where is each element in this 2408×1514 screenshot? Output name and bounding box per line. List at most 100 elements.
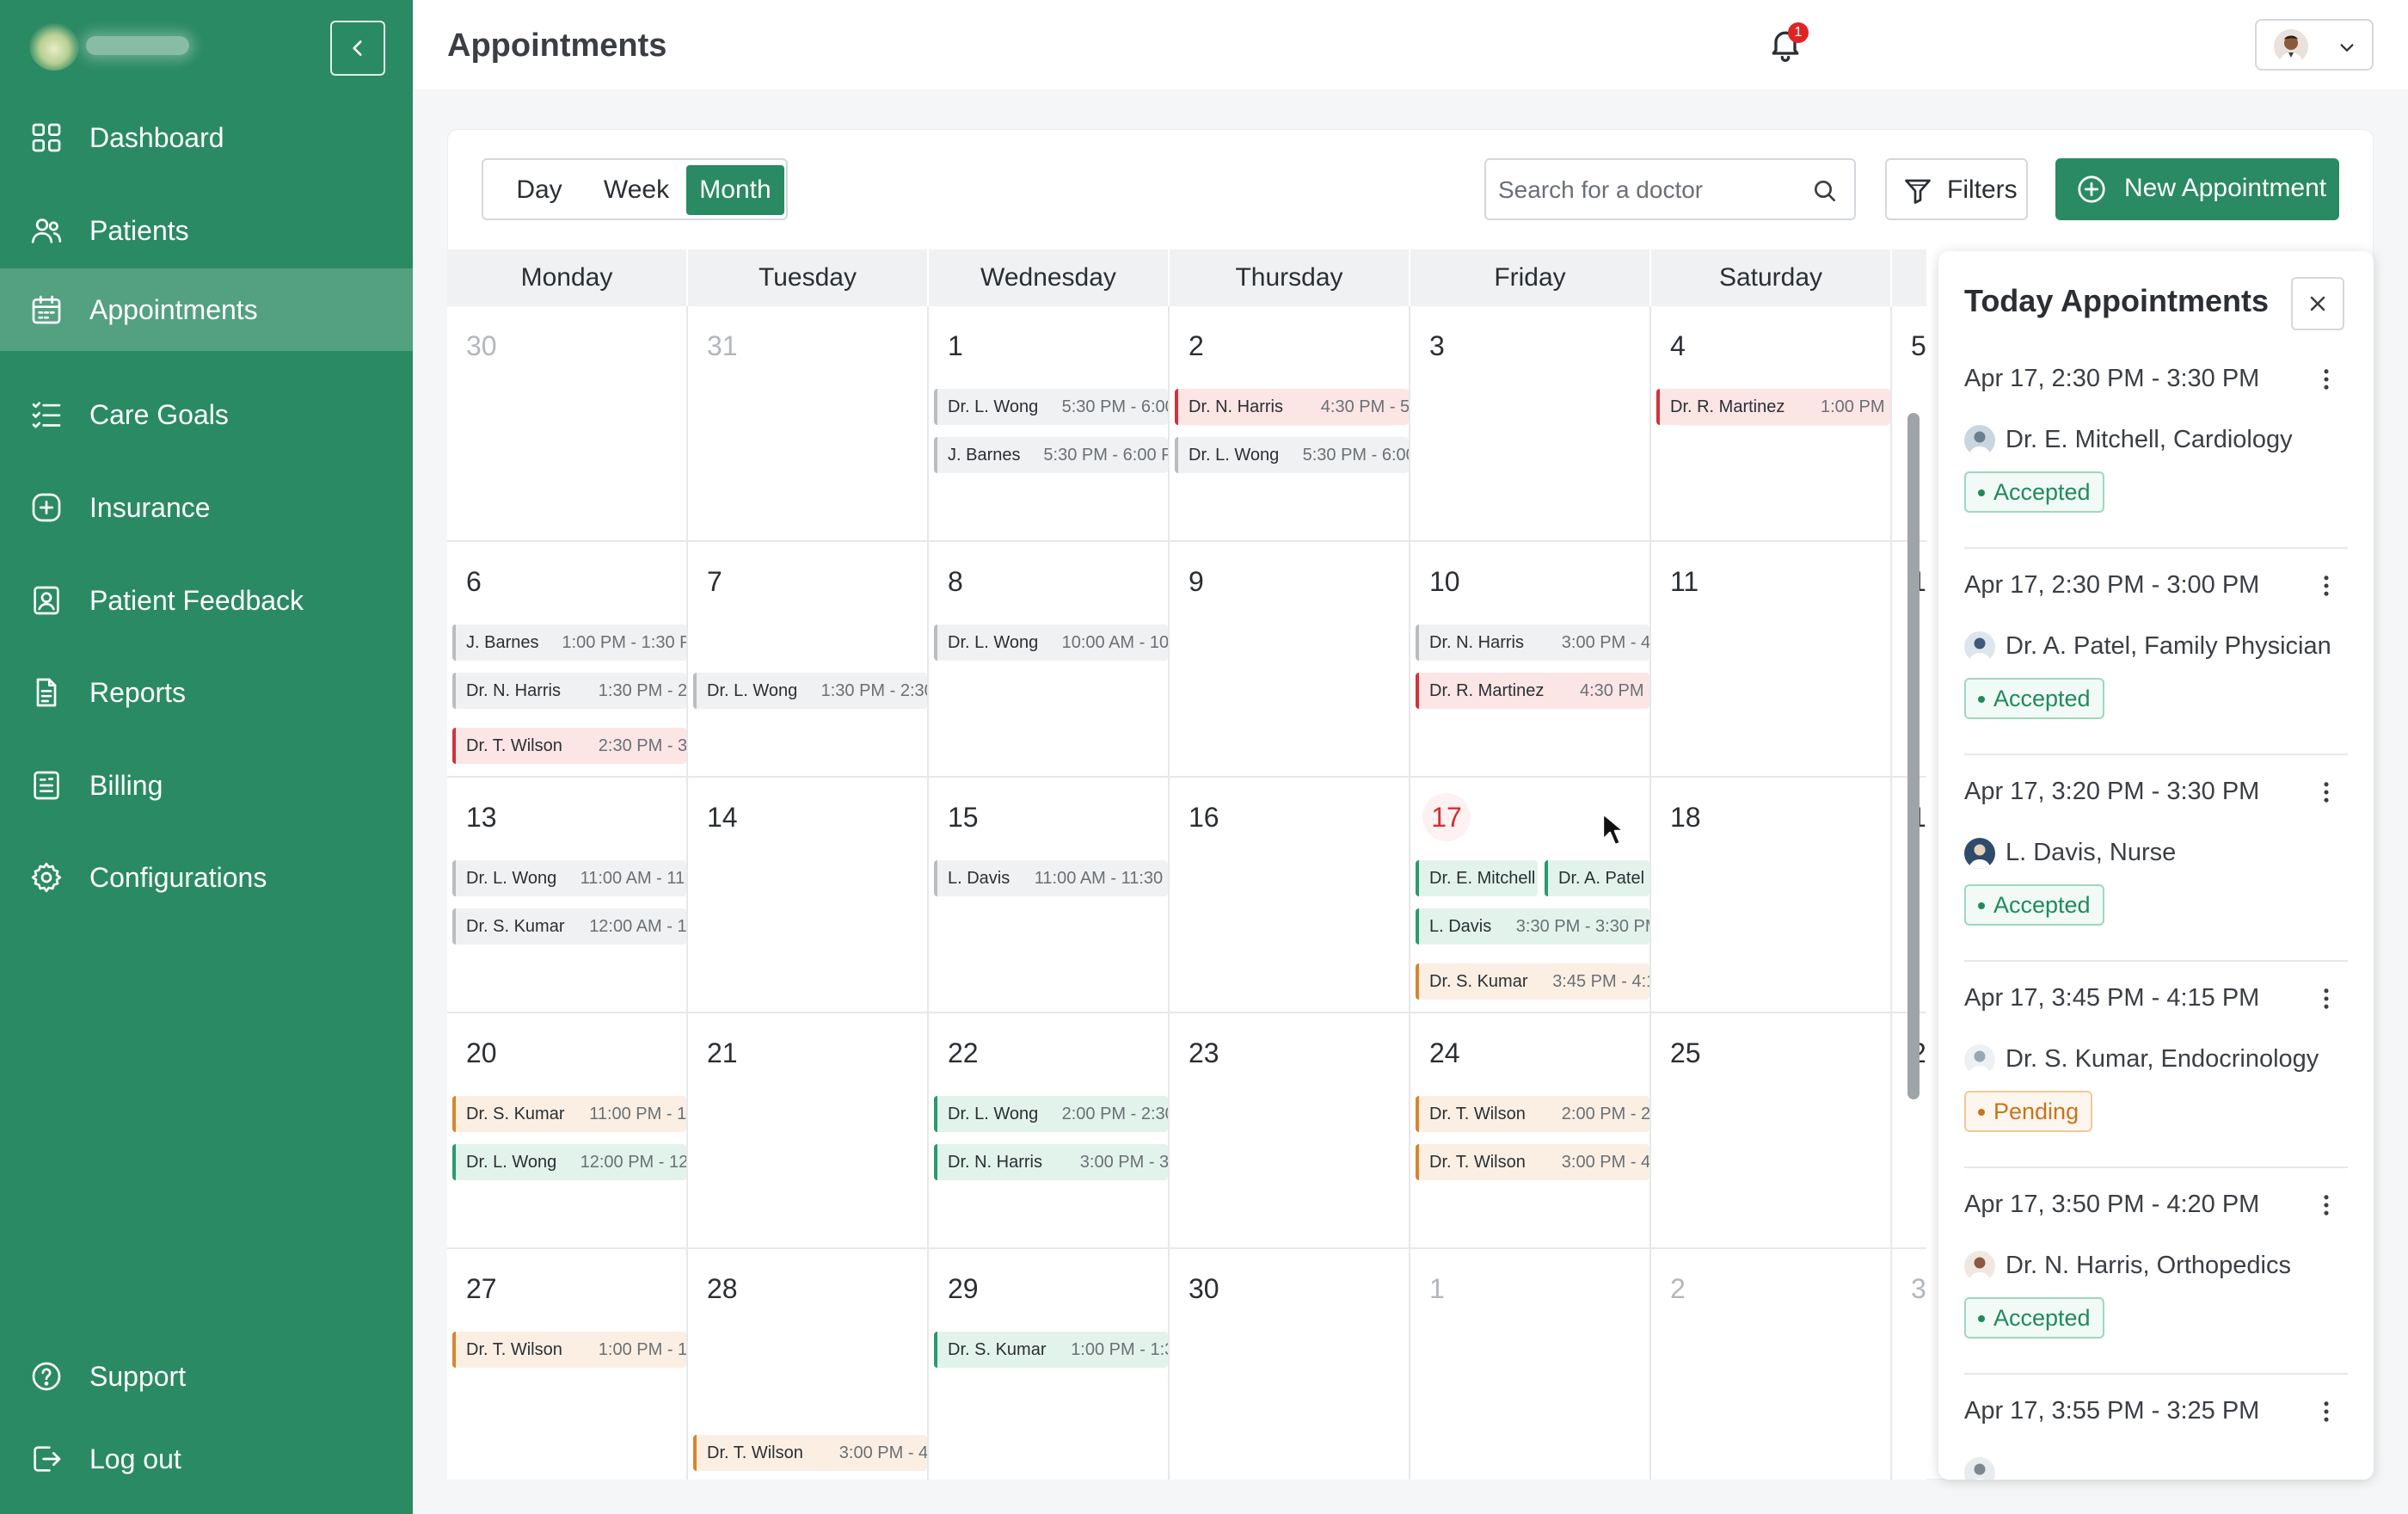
calendar-event[interactable]: Dr. S. Kumar 1:00 PM - 1:30 PM [934, 1332, 1168, 1368]
day-cell[interactable]: 31 [688, 306, 929, 542]
day-cell[interactable]: 21 [688, 1013, 929, 1249]
billing-icon [29, 768, 64, 803]
day-cell[interactable]: 9 [1170, 542, 1410, 778]
calendar-event[interactable]: L. Davis 3:30 PM - 3:30 PM [1416, 908, 1649, 945]
more-options-icon[interactable] [2312, 984, 2341, 1013]
day-cell[interactable]: 2 [1651, 1249, 1892, 1480]
day-cell[interactable]: 2 Dr. N. Harris 4:30 PM - 5:30 PM Dr. L. Wo… [1170, 306, 1410, 542]
calendar-event[interactable]: L. Davis 11:00 AM - 11:30 PM [934, 860, 1168, 896]
calendar-event[interactable]: Dr. T. Wilson 3:00 PM - 4:30 PM [1416, 1144, 1649, 1180]
calendar-event[interactable]: Dr. S. Kumar 3:45 PM - 4:15 PM [1416, 963, 1649, 1000]
calendar-event[interactable]: Dr. N. Harris 3:00 PM - 3:30 PM [934, 1144, 1168, 1180]
day-cell[interactable]: 28 Dr. T. Wilson 3:00 PM - 4:30 PM [688, 1249, 929, 1480]
calendar-event[interactable]: J. Barnes 1:00 PM - 1:30 PM [452, 625, 686, 661]
day-cell[interactable]: 8 Dr. L. Wong 10:00 AM - 10:30 AM [929, 542, 1170, 778]
sidebar-item-insurance[interactable]: Insurance [0, 466, 413, 549]
day-cell[interactable]: 16 [1170, 778, 1410, 1013]
calendar-event[interactable]: Dr. N. Harris 1:30 PM - 2:00 PM [452, 673, 686, 709]
status-dot [1978, 902, 1985, 909]
day-cell[interactable]: 1 [1410, 1249, 1651, 1480]
day-cell[interactable]: 23 [1170, 1013, 1410, 1249]
collapse-sidebar-button[interactable] [330, 21, 385, 76]
sidebar-item-label: Appointments [89, 294, 258, 325]
date-number: 16 [1189, 802, 1219, 833]
sidebar-item-patient-feedback[interactable]: Patient Feedback [0, 559, 413, 642]
view-week-button[interactable]: Week [588, 165, 685, 215]
day-cell[interactable]: 24Dr. T. Wilson2:00 PM - 2:30 PMDr. T. W… [1410, 1013, 1651, 1249]
calendar-event[interactable]: Dr. E. Mitchell [1416, 860, 1538, 896]
status-badge: Accepted [1964, 678, 2104, 719]
day-cell[interactable]: 11 [1651, 542, 1892, 778]
more-options-icon[interactable] [2312, 1191, 2341, 1220]
user-menu[interactable] [2255, 19, 2374, 71]
appointment-card[interactable]: Apr 17, 2:30 PM - 3:30 PM Dr. E. Mitchell… [1964, 348, 2348, 554]
calendar-event[interactable]: Dr. T. Wilson 2:30 PM - 3:00 PM [452, 728, 686, 764]
calendar-event[interactable]: Dr. S. Kumar 11:00 PM - 11:30 PM [452, 1096, 686, 1132]
day-cell[interactable]: 20 Dr. S. Kumar 11:00 PM - 11:30 PM Dr. L. … [447, 1013, 688, 1249]
calendar-event[interactable]: Dr. S. Kumar 12:00 AM - 12:30 AM [452, 908, 686, 945]
day-cell[interactable]: 18 [1651, 778, 1892, 1013]
sidebar-item-patients[interactable]: Patients [0, 189, 413, 272]
calendar-event[interactable]: Dr. L. Wong 10:00 AM - 10:30 AM [934, 625, 1168, 661]
calendar-event[interactable]: Dr. L. Wong 5:30 PM - 6:00 PM [934, 389, 1168, 425]
sidebar-item-dashboard[interactable]: Dashboard [0, 96, 413, 179]
day-cell[interactable]: 15 L. Davis 11:00 AM - 11:30 PM [929, 778, 1170, 1013]
calendar-scrollbar[interactable] [1907, 413, 1920, 1099]
close-panel-button[interactable] [2291, 277, 2344, 330]
calendar-event[interactable]: J. Barnes 5:30 PM - 6:00 PM [934, 437, 1168, 473]
day-cell[interactable]: 4 Dr. R. Martinez 1:00 PM - 1:30 PM [1651, 306, 1892, 542]
calendar-event[interactable]: Dr. L. Wong 11:00 AM - 11:30 AM [452, 860, 686, 896]
day-cell[interactable]: 30 [1170, 1249, 1410, 1480]
appointment-card[interactable]: Apr 17, 3:55 PM - 3:25 PM [1964, 1380, 2348, 1480]
day-cell[interactable]: 27 Dr. T. Wilson 1:00 PM - 1:30 PM [447, 1249, 688, 1480]
day-cell[interactable]: 14 [688, 778, 929, 1013]
sidebar-item-configurations[interactable]: Configurations [0, 836, 413, 919]
sidebar-item-reports[interactable]: Reports [0, 651, 413, 734]
appointment-card[interactable]: Apr 17, 3:45 PM - 4:15 PM Dr. S. Kumar, E… [1964, 967, 2348, 1173]
calendar-event[interactable]: Dr. L. Wong 1:30 PM - 2:30 PM [693, 673, 927, 709]
more-options-icon[interactable] [2312, 1397, 2341, 1426]
sidebar-item-billing[interactable]: Billing [0, 744, 413, 827]
calendar-event[interactable]: Dr. N. Harris 4:30 PM - 5:30 PM [1175, 389, 1409, 425]
appointment-time: Apr 17, 3:55 PM - 3:25 PM [1964, 1397, 2260, 1425]
day-cell[interactable]: 6 J. Barnes 1:00 PM - 1:30 PM Dr. N. Harris… [447, 542, 688, 778]
event-time: 1:30 PM - 2:30 PM [820, 681, 927, 700]
calendar-event[interactable]: Dr. L. Wong 5:30 PM - 6:00 PM [1175, 437, 1409, 473]
day-cell[interactable]: 22 Dr. L. Wong 2:00 PM - 2:30 PM Dr. N. Har… [929, 1013, 1170, 1249]
calendar-event[interactable]: Dr. R. Martinez 4:30 PM - 5:00 PM [1416, 673, 1649, 709]
filters-button[interactable]: Filters [1885, 158, 2028, 220]
sidebar-item-log-out[interactable]: Log out [0, 1418, 413, 1500]
appointment-card[interactable]: Apr 17, 3:50 PM - 4:20 PM Dr. N. Harris, … [1964, 1173, 2348, 1380]
sidebar-item-appointments[interactable]: Appointments [0, 268, 413, 351]
appointment-card[interactable]: Apr 17, 2:30 PM - 3:00 PM Dr. A. Patel, F… [1964, 554, 2348, 760]
day-cell[interactable]: 3 [1410, 306, 1651, 542]
sidebar-item-care-goals[interactable]: Care Goals [0, 373, 413, 456]
day-cell[interactable]: 29 Dr. S. Kumar 1:00 PM - 1:30 PM [929, 1249, 1170, 1480]
new-appointment-button[interactable]: New Appointment [2055, 158, 2339, 220]
sidebar-item-support[interactable]: Support [0, 1335, 413, 1418]
day-cell[interactable]: 10 Dr. N. Harris 3:00 PM - 4:30 PM Dr. R. M… [1410, 542, 1651, 778]
day-cell[interactable]: 13 Dr. L. Wong 11:00 AM - 11:30 AM Dr. S. K… [447, 778, 688, 1013]
calendar-event[interactable]: Dr. L. Wong 2:00 PM - 2:30 PM [934, 1096, 1168, 1132]
calendar-event[interactable]: Dr. R. Martinez 1:00 PM - 1:30 PM [1656, 389, 1890, 425]
calendar-event[interactable]: Dr. L. Wong 12:00 PM - 12:30 PM [452, 1144, 686, 1180]
day-cell[interactable]: 3 [1892, 1249, 1926, 1480]
calendar-event[interactable]: Dr. T. Wilson 3:00 PM - 4:30 PM [693, 1435, 927, 1471]
day-cell[interactable]: 1 Dr. L. Wong 5:30 PM - 6:00 PM J. Barnes 5:… [929, 306, 1170, 542]
calendar-event[interactable]: Dr. T. Wilson 1:00 PM - 1:30 PM [452, 1332, 686, 1368]
calendar-event[interactable]: Dr. A. Patel [1545, 860, 1649, 896]
appointment-card[interactable]: Apr 17, 3:20 PM - 3:30 PM L. Davis, Nurse… [1964, 760, 2348, 967]
day-cell[interactable]: 25 [1651, 1013, 1892, 1249]
search-icon [1815, 181, 1835, 201]
day-cell[interactable]: 7 Dr. L. Wong 1:30 PM - 2:30 PM [688, 542, 929, 778]
view-day-button[interactable]: Day [490, 165, 588, 215]
view-month-button[interactable]: Month [686, 165, 784, 215]
more-options-icon[interactable] [2312, 778, 2341, 807]
search-input[interactable] [1498, 174, 1791, 206]
calendar-event[interactable]: Dr. T. Wilson 2:00 PM - 2:30 PM [1416, 1096, 1649, 1132]
more-options-icon[interactable] [2312, 571, 2341, 600]
calendar-event[interactable]: Dr. N. Harris 3:00 PM - 4:30 PM [1416, 625, 1649, 661]
day-cell[interactable]: 30 [447, 306, 688, 542]
app-logo[interactable] [29, 21, 201, 72]
more-options-icon[interactable] [2312, 365, 2341, 394]
